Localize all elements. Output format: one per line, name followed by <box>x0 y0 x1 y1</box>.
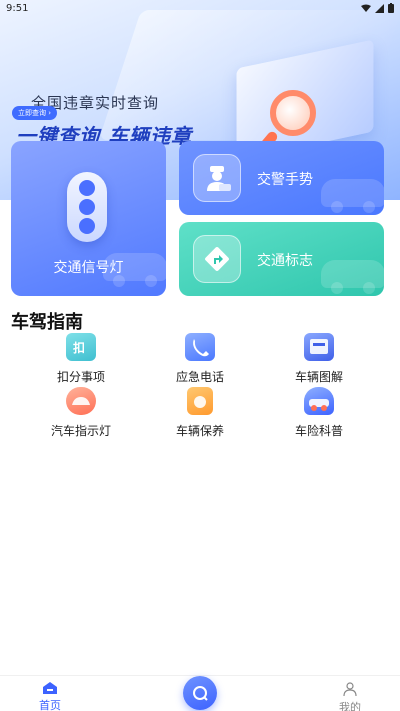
guide-item-label: 车辆图解 <box>294 370 343 384</box>
guide-item-label: 车辆保养 <box>175 424 224 438</box>
emergency-phone-icon <box>185 333 215 361</box>
light-dot <box>79 218 95 234</box>
light-dot <box>79 180 95 196</box>
tab-home[interactable]: 首页 <box>20 682 80 711</box>
traffic-sign-icon <box>193 235 241 283</box>
status-time: 9:51 <box>6 2 29 14</box>
police-officer-icon <box>207 166 231 191</box>
tab-home-label: 首页 <box>39 699 61 711</box>
signal-icon <box>375 3 384 13</box>
status-icons <box>361 3 394 13</box>
chat-icon <box>193 686 208 701</box>
car-light-icon <box>72 397 90 405</box>
police-gesture-label: 交警手势 <box>257 172 313 188</box>
guide-item-vehicle-diagram[interactable]: 车辆图解 <box>264 333 374 385</box>
phone-icon <box>193 339 209 357</box>
car-icon <box>309 399 329 411</box>
guide-section-title: 车驾指南 <box>11 312 83 333</box>
guide-item-label: 汽车指示灯 <box>50 424 111 438</box>
query-now-button[interactable]: 立即查询 › <box>12 106 58 120</box>
light-dot <box>79 199 95 215</box>
magnifier-icon <box>270 90 316 136</box>
guide-item-label: 车险科普 <box>294 424 343 438</box>
guide-item-maintenance[interactable]: 车辆保养 <box>145 387 255 439</box>
traffic-sign-card[interactable]: 交通标志 <box>179 222 384 296</box>
book-icon <box>310 339 328 354</box>
maintenance-icon <box>187 387 213 415</box>
oil-can-icon <box>194 396 206 408</box>
wifi-icon <box>361 4 371 12</box>
vehicle-diagram-icon <box>304 333 334 361</box>
deduct-points-icon: 扣 <box>66 333 96 361</box>
tab-mine[interactable]: 我的 <box>320 682 380 711</box>
status-bar: 9:51 <box>0 0 400 16</box>
dashboard-light-icon <box>66 387 96 415</box>
police-gesture-card[interactable]: 交警手势 <box>179 141 384 215</box>
tab-mine-label: 我的 <box>339 701 361 711</box>
guide-item-dashboard-light[interactable]: 汽车指示灯 <box>26 387 136 439</box>
guide-item-deduct-points[interactable]: 扣 扣分事项 <box>26 333 136 385</box>
turn-sign-icon <box>205 247 229 271</box>
car-decoration <box>321 260 384 294</box>
user-icon <box>343 682 357 697</box>
police-icon <box>193 154 241 202</box>
query-now-label: 立即查询 <box>18 109 46 117</box>
traffic-light-label: 交通信号灯 <box>53 260 124 276</box>
guide-item-label: 应急电话 <box>175 370 224 384</box>
guide-item-label: 扣分事项 <box>56 370 105 384</box>
car-insurance-icon <box>304 387 334 415</box>
traffic-light-icon <box>67 172 107 242</box>
tab-center-button[interactable] <box>183 676 217 710</box>
car-decoration <box>321 179 384 213</box>
battery-icon <box>388 3 394 13</box>
traffic-sign-label: 交通标志 <box>257 253 313 269</box>
guide-item-emergency-phone[interactable]: 应急电话 <box>145 333 255 385</box>
guide-item-car-insurance[interactable]: 车险科普 <box>264 387 374 439</box>
home-icon <box>43 682 57 694</box>
